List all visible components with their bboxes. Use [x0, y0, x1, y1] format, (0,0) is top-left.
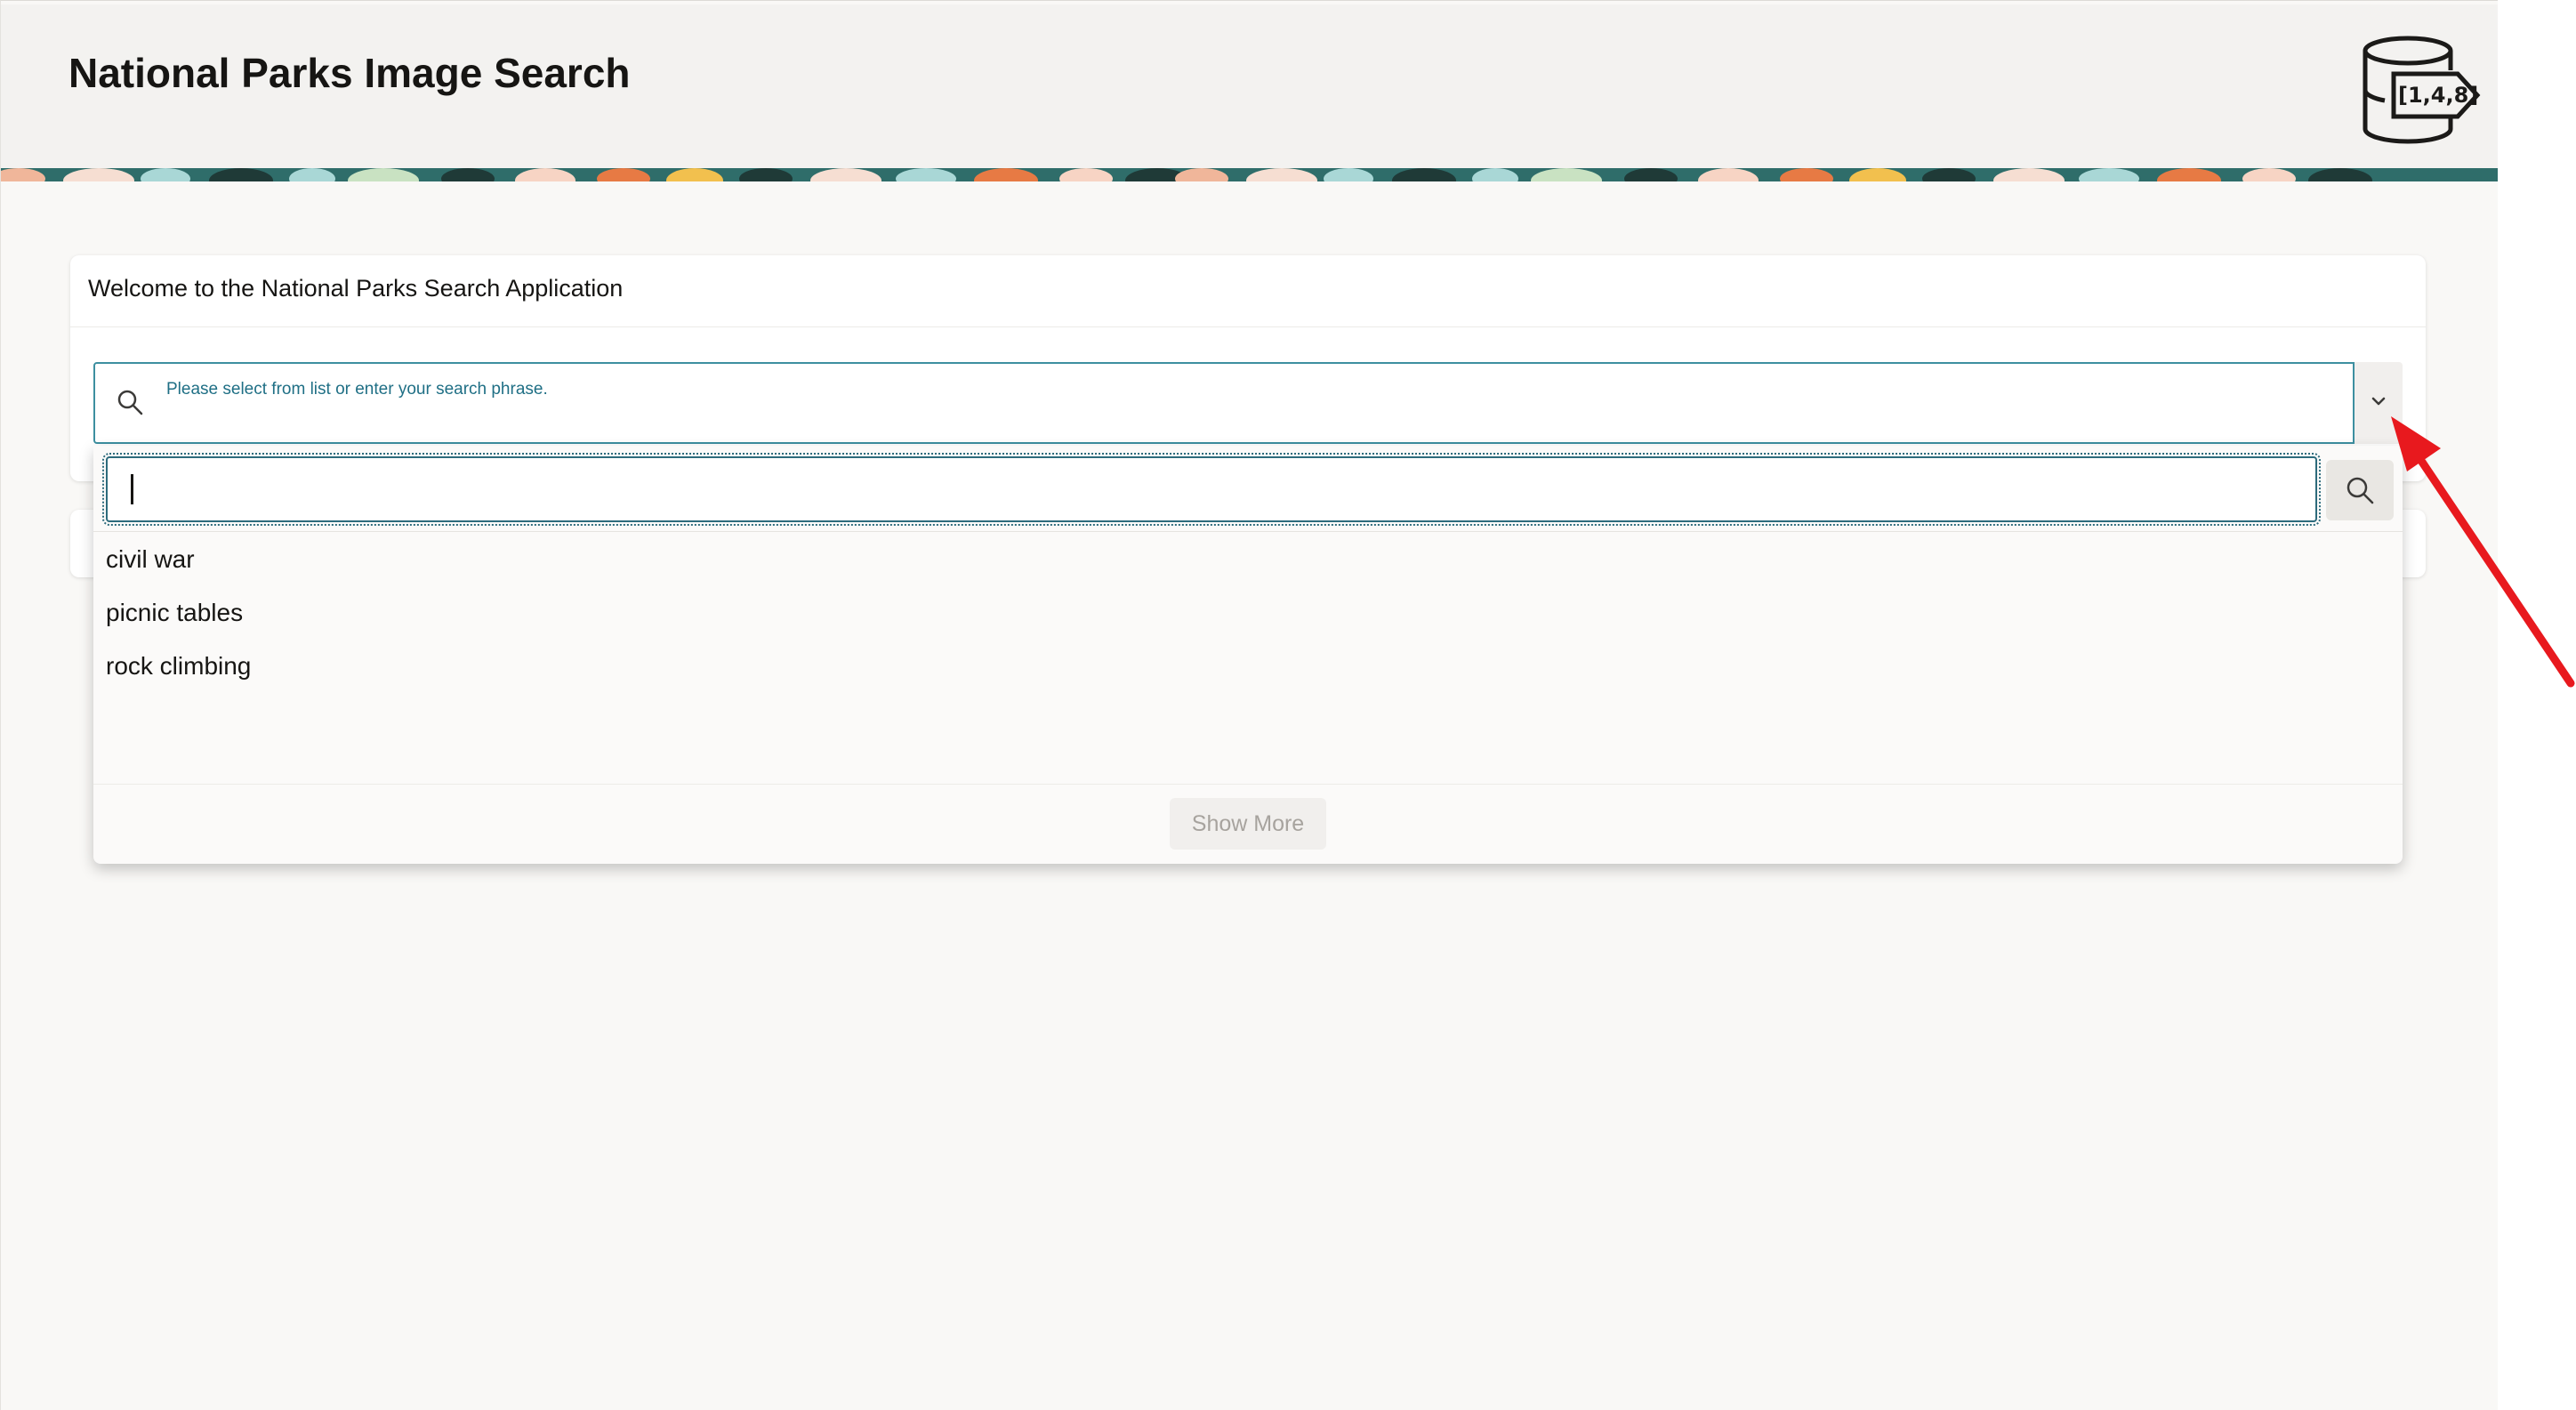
dropdown-filter-input[interactable]: [102, 453, 2321, 526]
divider: [93, 531, 2403, 532]
dropdown-popup: civil war picnic tables rock climbing Sh…: [93, 446, 2403, 864]
app-window: National Parks Image Search [1,4,8] Welc…: [0, 0, 2498, 1410]
page-title: National Parks Image Search: [68, 50, 631, 96]
dropdown-option-picnic-tables[interactable]: picnic tables: [106, 599, 243, 627]
database-vector-logo-icon: [1,4,8]: [2363, 36, 2481, 144]
show-more-button[interactable]: Show More: [1170, 798, 1326, 850]
dropdown-option-rock-climbing[interactable]: rock climbing: [106, 652, 251, 681]
app-header: National Parks Image Search [1,4,8]: [1, 4, 2498, 170]
divider: [93, 784, 2403, 785]
chevron-down-icon: [2371, 397, 2386, 406]
dropdown-option-civil-war[interactable]: civil war: [106, 545, 195, 574]
annotation-arrow-icon: [2391, 416, 2575, 688]
logo-label: [1,4,8]: [2398, 83, 2478, 108]
header-banner-pattern: [1, 168, 2498, 181]
search-combobox[interactable]: Please select from list or enter your se…: [93, 362, 2355, 444]
text-cursor: [131, 474, 133, 504]
search-field-label: Please select from list or enter your se…: [166, 380, 548, 399]
welcome-card-title: Welcome to the National Parks Search App…: [88, 275, 624, 302]
search-icon: [117, 390, 143, 415]
divider: [70, 326, 2426, 327]
search-icon: [2347, 477, 2374, 504]
